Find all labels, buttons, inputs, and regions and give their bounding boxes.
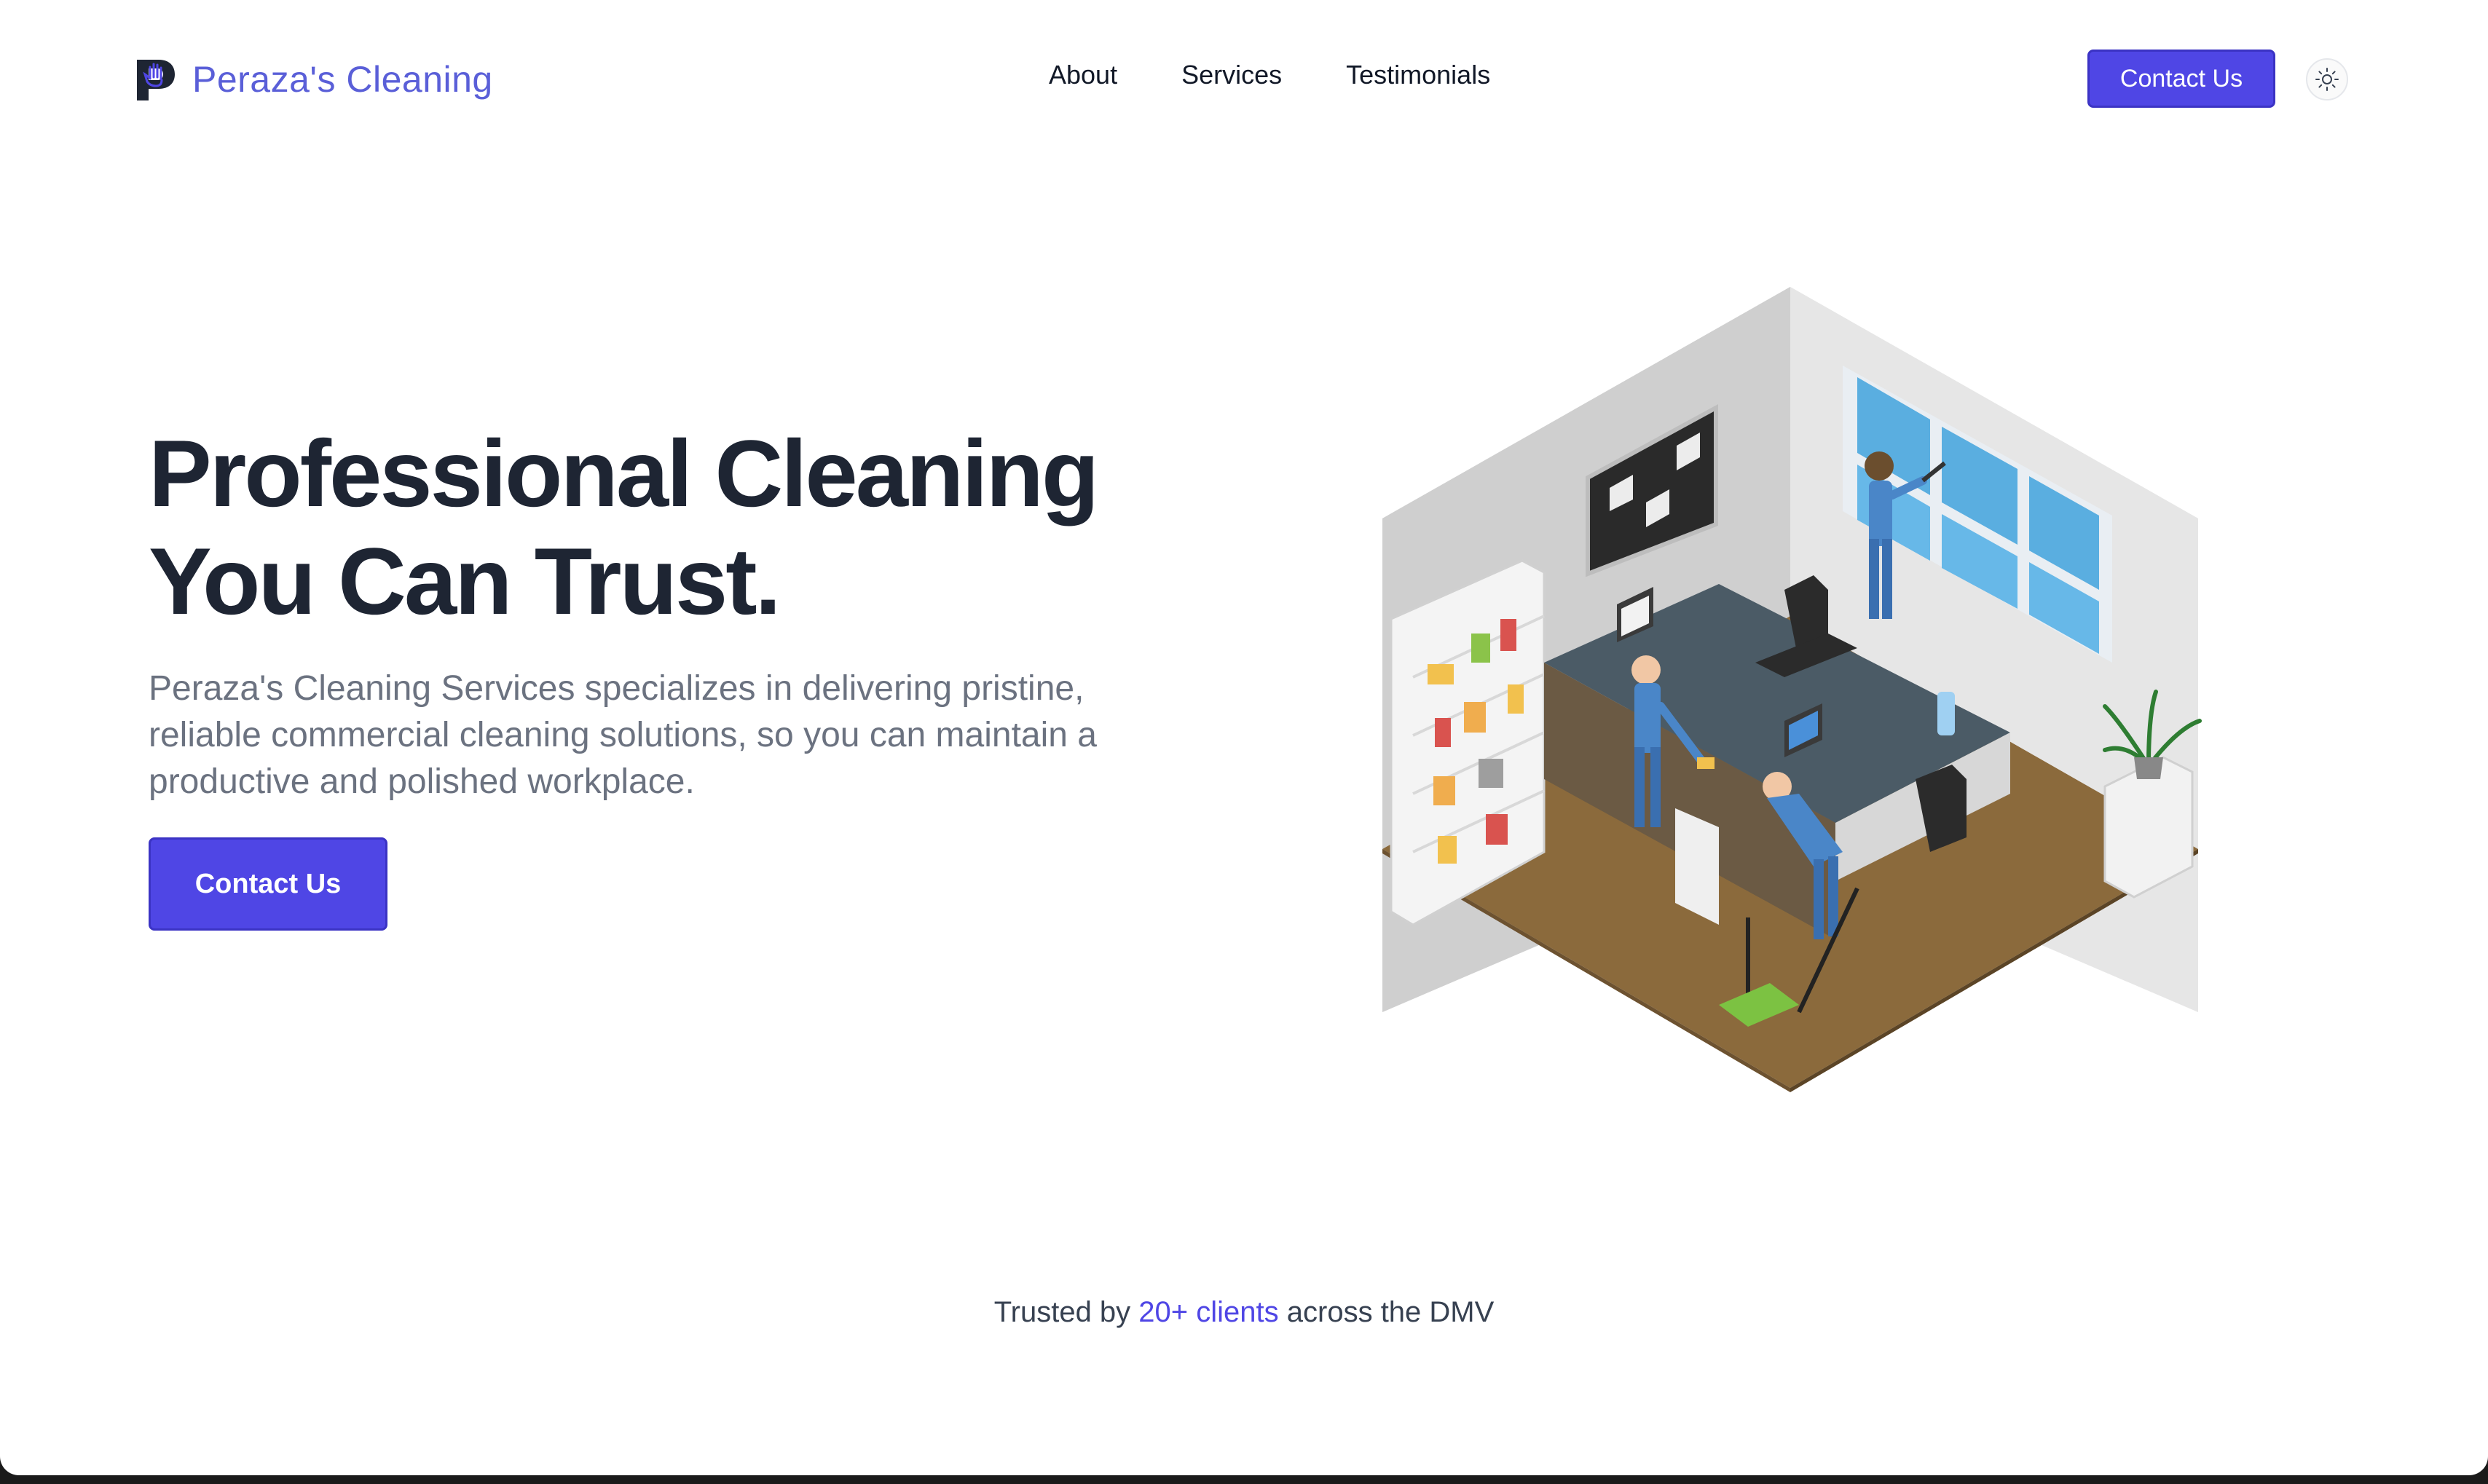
nav-link-services[interactable]: Services <box>1181 60 1282 90</box>
isometric-office-cleaning-illustration <box>1382 287 2202 1092</box>
brand-name: Peraza's Cleaning <box>192 59 493 100</box>
trusted-suffix: across the DMV <box>1286 1296 1495 1328</box>
nav-links: About Services Testimonials <box>1049 60 1490 90</box>
hero-title: Professional Cleaning You Can Trust. <box>149 419 1205 635</box>
trusted-by-text: Trusted by 20+ clients across the DMV <box>0 1296 2488 1329</box>
nav-contact-us-button[interactable]: Contact Us <box>2087 50 2275 108</box>
hero-title-line-1: Professional Cleaning <box>149 420 1099 526</box>
trusted-clients-highlight: 20+ clients <box>1138 1296 1279 1328</box>
theme-toggle-button[interactable] <box>2306 58 2348 100</box>
hero-description: Peraza's Cleaning Services specializes i… <box>149 669 1097 801</box>
trusted-prefix: Trusted by <box>993 1296 1131 1328</box>
page: Peraza's Cleaning About Services Testimo… <box>0 0 2488 1475</box>
nav-link-testimonials[interactable]: Testimonials <box>1346 60 1490 90</box>
hero-title-line-2: You Can Trust. <box>149 528 782 634</box>
nav-link-about[interactable]: About <box>1049 60 1117 90</box>
p-hand-logo-icon <box>137 60 175 100</box>
top-nav: Peraza's Cleaning About Services Testimo… <box>0 0 2488 157</box>
sun-icon <box>2315 68 2339 91</box>
brand-home-link[interactable]: Peraza's Cleaning <box>134 54 493 105</box>
hero-contact-us-button[interactable]: Contact Us <box>149 837 387 931</box>
